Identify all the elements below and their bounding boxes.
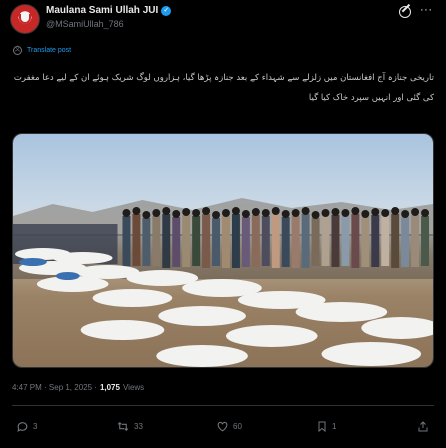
author-avatar[interactable] [10, 4, 40, 34]
views-label: Views [122, 383, 145, 392]
author-name-row: Maulana Sami Ullah JUI ✓ [46, 5, 172, 16]
post-timestamp[interactable]: 4:47 PM · Sep 1, 2025 · [12, 383, 97, 392]
post-text: تاریخی جنازہ آج افغانستان میں زلزلے سے ش… [13, 73, 434, 103]
grok-icon[interactable] [399, 6, 411, 18]
author-name[interactable]: Maulana Sami Ullah JUI [46, 5, 158, 16]
like-icon [217, 421, 228, 432]
repost-count: 33 [134, 422, 143, 431]
more-icon[interactable]: ··· [420, 4, 433, 16]
post-image[interactable] [12, 133, 434, 368]
reply-icon [17, 422, 28, 432]
like-count: 60 [233, 422, 242, 431]
verified-badge-icon: ✓ [161, 5, 172, 16]
bookmark-icon [318, 421, 326, 433]
reply-count: 3 [33, 422, 38, 431]
action-bar: 3 33 60 1 [12, 420, 434, 438]
bookmark-button[interactable]: 1 [316, 420, 336, 433]
reply-button[interactable]: 3 [16, 420, 37, 433]
repost-icon [117, 421, 129, 432]
repost-button[interactable]: 33 [116, 420, 143, 433]
translate-label[interactable]: Translate post [27, 47, 71, 54]
post-metadata: 4:47 PM · Sep 1, 2025 · 1,075 Views [12, 383, 144, 392]
translate-post-link[interactable]: 文 Translate post [13, 46, 71, 55]
shrouded-bodies [14, 248, 433, 367]
post-header: Maulana Sami Ullah JUI ✓ @MSamiUllah_786… [0, 0, 446, 40]
divider [12, 405, 434, 406]
share-icon [418, 421, 428, 432]
like-button[interactable]: 60 [216, 420, 242, 433]
views-count: 1,075 [99, 383, 120, 392]
author-handle[interactable]: @MSamiUllah_786 [46, 19, 124, 29]
bookmark-count: 1 [332, 422, 337, 431]
translate-icon: 文 [13, 46, 22, 55]
share-button[interactable] [417, 420, 429, 433]
